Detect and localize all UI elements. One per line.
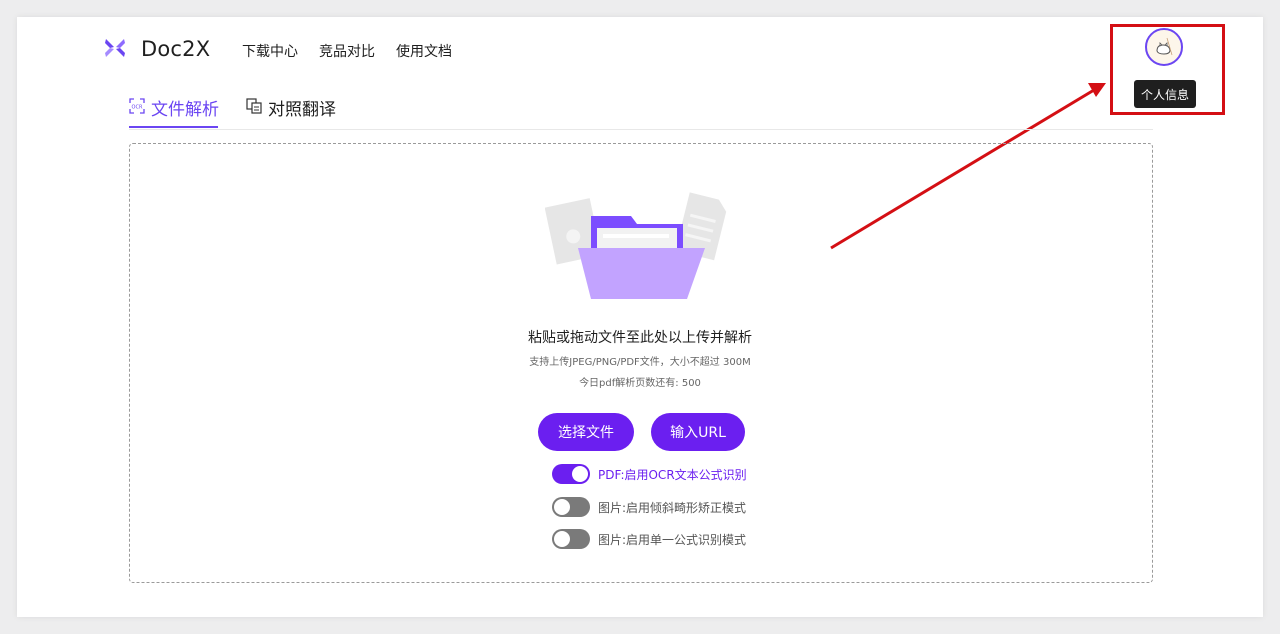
toggle-knob bbox=[572, 466, 588, 482]
upload-quota: 今日pdf解析页数还有: 500 bbox=[579, 378, 701, 389]
tab-label: 对照翻译 bbox=[268, 100, 336, 120]
toggle-knob bbox=[554, 531, 570, 547]
skew-correction-toggle[interactable] bbox=[552, 497, 590, 517]
ocr-icon: OCR bbox=[129, 98, 145, 114]
tab-file-parse[interactable]: OCR 文件解析 bbox=[129, 95, 219, 129]
tab-compare-translate[interactable]: 对照翻译 bbox=[246, 95, 336, 129]
input-url-button[interactable]: 输入URL bbox=[651, 413, 745, 451]
upload-headline: 粘贴或拖动文件至此处以上传并解析 bbox=[528, 330, 752, 346]
nav-download-center[interactable]: 下载中心 bbox=[242, 41, 298, 61]
nav-docs[interactable]: 使用文档 bbox=[396, 41, 452, 61]
nav-comparison[interactable]: 竞品对比 bbox=[319, 41, 375, 61]
toggle-label: PDF:启用OCR文本公式识别 bbox=[598, 467, 747, 482]
toggle-label: 图片:启用单一公式识别模式 bbox=[598, 532, 747, 547]
translate-icon bbox=[246, 98, 262, 114]
top-nav: 下载中心 竞品对比 使用文档 bbox=[242, 41, 452, 61]
single-formula-toggle[interactable] bbox=[552, 529, 590, 549]
svg-text:OCR: OCR bbox=[132, 105, 143, 111]
toggle-knob bbox=[554, 499, 570, 515]
pdf-ocr-toggle[interactable] bbox=[552, 464, 590, 484]
doc2x-logo-icon[interactable] bbox=[104, 37, 126, 59]
upload-supported-formats: 支持上传JPEG/PNG/PDF文件，大小不超过 300M bbox=[529, 357, 751, 368]
mode-tabs: OCR 文件解析 对照翻译 bbox=[129, 95, 1153, 130]
brand-name[interactable]: Doc2X bbox=[141, 37, 210, 61]
folder-illustration-icon bbox=[545, 192, 727, 299]
toggle-row-single-formula: 图片:启用单一公式识别模式 bbox=[552, 528, 746, 550]
toggle-row-pdf-ocr: PDF:启用OCR文本公式识别 bbox=[552, 463, 747, 485]
toggle-label: 图片:启用倾斜畸形矫正模式 bbox=[598, 500, 747, 515]
tab-label: 文件解析 bbox=[151, 100, 219, 120]
active-tab-indicator bbox=[129, 126, 218, 128]
toggle-row-skew-correction: 图片:启用倾斜畸形矫正模式 bbox=[552, 496, 746, 518]
choose-file-button[interactable]: 选择文件 bbox=[538, 413, 634, 451]
